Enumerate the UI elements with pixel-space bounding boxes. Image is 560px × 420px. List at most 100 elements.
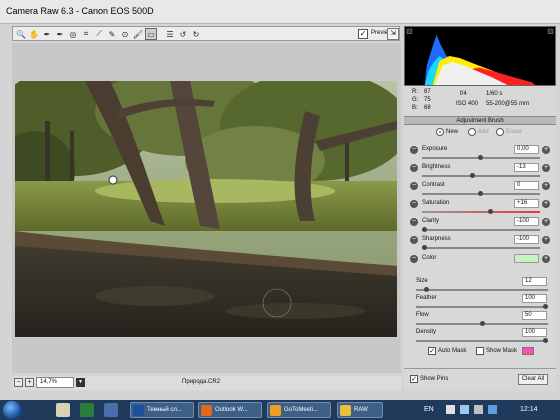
mail-icon[interactable] [104,403,118,417]
task-raw[interactable]: RAW [337,402,383,418]
mask-color-swatch[interactable] [522,347,534,355]
preferences-icon[interactable]: ☰ [164,28,176,40]
red-eye-tool-icon[interactable]: ⊙ [119,28,131,40]
show-mask-checkbox[interactable] [476,347,484,355]
fullscreen-button[interactable]: ⇲ [387,28,399,40]
zoom-level-field[interactable]: 14,7% [36,377,74,388]
exposure-value[interactable]: 0,00 [514,145,539,154]
plus-icon[interactable]: + [542,218,550,226]
photo-preview[interactable] [15,81,397,337]
language-indicator[interactable]: EN [424,406,434,413]
slider-track[interactable] [422,247,540,249]
slider-thumb[interactable] [470,173,475,178]
graduated-filter-tool-icon[interactable]: ▭ [145,28,157,40]
color-swatch[interactable] [514,254,539,263]
exposure-slider[interactable]: − Exposure 0,00 + [404,145,556,163]
mode-erase-label: Erase [506,129,522,135]
color-sampler-tool-icon[interactable]: ✒ [54,28,66,40]
task-outlook[interactable]: Outlook W... [198,402,262,418]
zoom-out-button[interactable]: − [14,378,23,387]
slider-track[interactable] [422,229,540,231]
slider-track[interactable] [422,211,540,213]
task-photoshop[interactable]: Темный сл... [130,402,194,418]
slider-thumb[interactable] [478,155,483,160]
slider-track[interactable] [416,289,548,291]
saturation-slider[interactable]: − Saturation +16 + [404,199,556,217]
contrast-slider[interactable]: − Contrast 0 + [404,181,556,199]
auto-mask-checkbox[interactable]: ✓ [428,347,436,355]
plus-icon[interactable]: + [542,236,550,244]
brightness-value[interactable]: -13 [514,163,539,172]
minus-icon[interactable]: − [410,146,418,154]
plus-icon[interactable]: + [542,182,550,190]
excel-icon[interactable] [80,403,94,417]
network-icon[interactable] [460,405,469,414]
slider-thumb[interactable] [543,338,548,343]
density-value[interactable]: 100 [522,328,547,337]
flow-value[interactable]: 50 [522,311,547,320]
sharpness-slider[interactable]: − Sharpness -100 + [404,235,556,253]
size-slider[interactable]: Size 12 [404,277,556,295]
feather-value[interactable]: 100 [522,294,547,303]
zoom-in-button[interactable]: + [25,378,34,387]
readout-r-label: R: [412,89,418,95]
contrast-value[interactable]: 0 [514,181,539,190]
mode-new-radio[interactable]: New [436,128,458,136]
slider-thumb[interactable] [422,227,427,232]
color-row[interactable]: − Color + [404,254,556,272]
start-button[interactable] [3,401,21,419]
volume-icon[interactable] [474,405,483,414]
show-pins-checkbox[interactable]: ✓ [410,375,418,383]
feather-slider[interactable]: Feather 100 [404,294,556,312]
image-canvas[interactable] [12,43,401,373]
slider-thumb[interactable] [543,304,548,309]
mode-add-radio[interactable]: Add [468,128,489,136]
zoom-dropdown-icon[interactable]: ▼ [76,378,85,387]
crop-tool-icon[interactable]: ⌗ [80,28,92,40]
size-value[interactable]: 12 [522,277,547,286]
hand-tool-icon[interactable]: ✋ [28,28,40,40]
white-balance-tool-icon[interactable]: ✒ [41,28,53,40]
target-adjustment-tool-icon[interactable]: ◎ [67,28,79,40]
minus-icon[interactable]: − [410,164,418,172]
minus-icon[interactable]: − [410,218,418,226]
clear-all-button[interactable]: Clear All [518,374,548,385]
slider-thumb[interactable] [478,191,483,196]
clarity-value[interactable]: -100 [514,217,539,226]
task-gotomeeting[interactable]: GoToMeeti... [267,402,331,418]
clarity-slider[interactable]: − Clarity -100 + [404,217,556,235]
plus-icon[interactable]: + [542,164,550,172]
flow-slider[interactable]: Flow 50 [404,311,556,329]
slider-thumb[interactable] [488,209,493,214]
sharpness-value[interactable]: -100 [514,235,539,244]
slider-thumb[interactable] [424,287,429,292]
rotate-right-icon[interactable]: ↻ [190,28,202,40]
tray-app-icon[interactable] [488,405,497,414]
minus-icon[interactable]: − [410,255,418,263]
brightness-slider[interactable]: − Brightness -13 + [404,163,556,181]
slider-track[interactable] [416,306,548,308]
minus-icon[interactable]: − [410,182,418,190]
plus-icon[interactable]: + [542,255,550,263]
minus-icon[interactable]: − [410,200,418,208]
slider-thumb[interactable] [480,321,485,326]
plus-icon[interactable]: + [542,200,550,208]
density-slider[interactable]: Density 100 [404,328,556,346]
plus-icon[interactable]: + [542,146,550,154]
zoom-tool-icon[interactable]: 🔍 [15,28,27,40]
preview-checkbox[interactable]: ✓ [358,29,368,39]
saturation-value[interactable]: +16 [514,199,539,208]
slider-thumb[interactable] [422,245,427,250]
rotate-left-icon[interactable]: ↺ [177,28,189,40]
flag-icon[interactable] [446,405,455,414]
explorer-icon[interactable] [56,403,70,417]
clock[interactable]: 12:14 [520,406,538,413]
slider-track[interactable] [422,175,540,177]
straighten-tool-icon[interactable]: ⟋ [93,28,105,40]
spot-removal-tool-icon[interactable]: ✎ [106,28,118,40]
adjustment-brush-tool-icon[interactable]: 🖌 [132,28,144,40]
color-label: Color [422,255,437,261]
mode-erase-radio[interactable]: Erase [496,128,522,136]
slider-track[interactable] [416,340,548,342]
minus-icon[interactable]: − [410,236,418,244]
